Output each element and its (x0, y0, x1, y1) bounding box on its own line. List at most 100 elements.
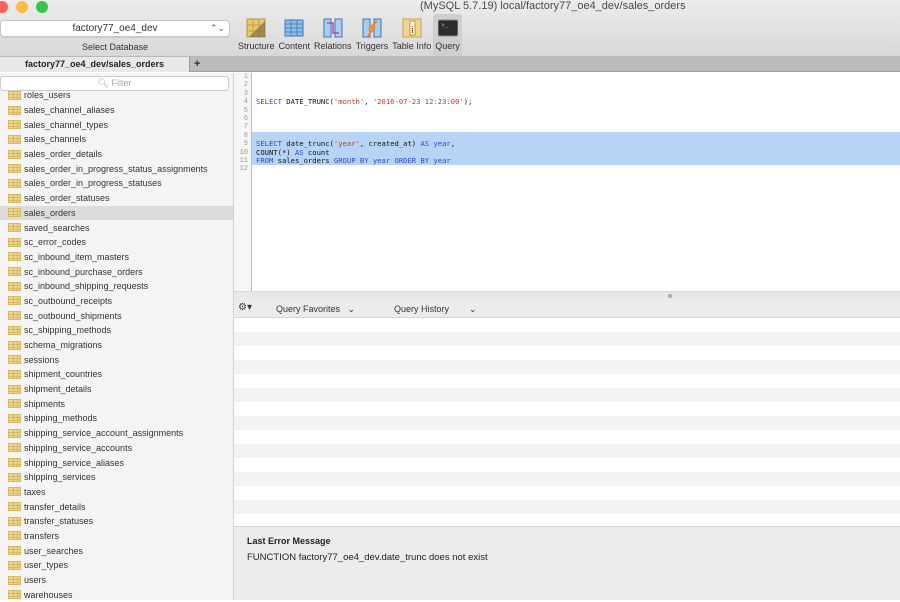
table-list-item[interactable]: shipping_service_account_assignments (0, 426, 233, 441)
table-list-item[interactable]: transfers (0, 529, 233, 544)
error-title: Last Error Message (247, 536, 331, 546)
table-list-item[interactable]: taxes (0, 485, 233, 500)
table-list-item[interactable]: shipping_methods (0, 411, 233, 426)
table-name: user_searches (24, 545, 84, 556)
table-list-item[interactable]: shipment_countries (0, 367, 233, 382)
window-controls (0, 1, 48, 13)
gear-icon[interactable]: ⚙▾ (238, 302, 252, 313)
code-token: 'year' (333, 139, 360, 149)
line-number: 9 (243, 140, 248, 149)
table-icon (8, 178, 21, 188)
table-list-item[interactable]: transfer_details (0, 499, 233, 514)
table-list-item[interactable]: shipping_services (0, 470, 233, 485)
database-select[interactable]: factory77_oe4_dev ⌃⌄ (0, 20, 230, 37)
table-list-item[interactable]: sales_channel_types (0, 117, 233, 132)
database-select-label: Select Database (81, 42, 149, 52)
table-list-item[interactable]: user_types (0, 558, 233, 573)
error-message: FUNCTION factory77_oe4_dev.date_trunc do… (247, 552, 488, 563)
table-name: sales_order_statuses (24, 193, 110, 204)
table-list-item[interactable]: sc_inbound_purchase_orders (0, 264, 233, 279)
table-list-item[interactable]: shipment_details (0, 382, 233, 397)
code-token: FROM (256, 155, 274, 165)
table-list-item[interactable]: sc_inbound_shipping_requests (0, 279, 233, 294)
table-icon (8, 428, 21, 438)
zoom-button[interactable] (36, 1, 48, 13)
table-list-item[interactable]: sc_outbound_shipments (0, 308, 233, 323)
table-icon (8, 164, 21, 174)
table-list-item[interactable]: sc_outbound_receipts (0, 294, 233, 309)
table-list-item[interactable]: sales_order_details (0, 147, 233, 162)
code-token: 'month' (333, 97, 365, 107)
line-number: 3 (243, 89, 248, 98)
line-number: 11 (239, 156, 248, 165)
results-table[interactable] (234, 318, 900, 526)
query-button[interactable]: >_ Query (433, 14, 462, 56)
table-list-item[interactable]: sales_order_in_progress_statuses (0, 176, 233, 191)
table-list-item[interactable]: sales_order_in_progress_status_assignmen… (0, 161, 233, 176)
table-list-item[interactable]: sales_order_statuses (0, 191, 233, 206)
table-list-item[interactable]: schema_migrations (0, 338, 233, 353)
filter-input[interactable]: 🔍︎ Filter (0, 76, 229, 91)
relations-button[interactable]: Relations (312, 14, 354, 56)
table-name: sales_order_in_progress_status_assignmen… (24, 163, 208, 174)
tab-sales-orders[interactable]: factory77_oe4_dev/sales_orders (0, 57, 190, 72)
table-icon (8, 458, 21, 468)
table-name: sales_order_details (24, 149, 103, 160)
table-list-item[interactable]: shipments (0, 396, 233, 411)
code-line: SELECT DATE_TRUNC('month', '2016-07-23 1… (252, 97, 900, 107)
table-name: shipments (24, 398, 66, 409)
table-list-item[interactable]: sc_error_codes (0, 235, 233, 250)
code-line: SELECT date_trunc('year', created_at) AS… (252, 139, 900, 149)
table-list-item[interactable]: sales_orders (0, 205, 233, 221)
table-icon (8, 472, 21, 482)
table-icon (8, 487, 21, 497)
table-name: schema_migrations (24, 340, 103, 351)
query-history-button[interactable]: Query History ⌄ (394, 304, 477, 315)
close-button[interactable] (0, 1, 8, 13)
triggers-button[interactable]: Triggers (354, 14, 391, 56)
table-name: shipping_service_account_assignments (24, 428, 184, 439)
structure-icon (246, 18, 266, 38)
content-icon (284, 18, 304, 38)
line-number: 12 (239, 165, 248, 174)
table-list-item[interactable]: users (0, 573, 233, 588)
query-editor[interactable]: 1 2 3 4 5 6 7 8 9 10 11 12 SELECT DATE_TRUNC('month… (234, 73, 900, 291)
table-icon (8, 384, 21, 394)
minimize-button[interactable] (16, 1, 28, 13)
code-area[interactable]: SELECT DATE_TRUNC('month', '2016-07-23 1… (252, 73, 900, 174)
query-favorites-button[interactable]: Query Favorites ⌄ (276, 304, 355, 315)
table-list-item[interactable]: sc_inbound_item_masters (0, 250, 233, 265)
pane-splitter[interactable] (234, 291, 900, 299)
table-list-item[interactable]: sales_channel_aliases (0, 103, 233, 118)
table-icon (8, 502, 21, 512)
database-select-value: factory77_oe4_dev (72, 23, 158, 34)
table-list-item[interactable]: user_searches (0, 543, 233, 558)
table-list-item[interactable]: shipping_service_accounts (0, 441, 233, 456)
add-tab-button[interactable]: + (194, 57, 200, 71)
table-icon (8, 413, 21, 423)
table-icon (8, 369, 21, 379)
table-list-item[interactable]: sc_shipping_methods (0, 323, 233, 338)
table-list-item[interactable]: saved_searches (0, 220, 233, 235)
structure-button[interactable]: Structure (236, 14, 277, 56)
table-icon (8, 575, 21, 585)
code-line: FROM sales_orders GROUP BY year ORDER BY… (252, 155, 900, 166)
table-name: shipping_services (24, 472, 96, 483)
window-titlebar: (MySQL 5.7.19) local/factory77_oe4_dev/s… (0, 0, 900, 57)
line-number: 7 (243, 123, 248, 132)
relations-icon (323, 18, 343, 38)
line-number-gutter: 1 2 3 4 5 6 7 8 9 10 11 12 (234, 73, 252, 291)
table-name: shipment_countries (24, 369, 103, 380)
table-icon (8, 399, 21, 409)
table-info-button[interactable]: i Table Info (390, 14, 433, 56)
table-list-item[interactable]: sales_channels (0, 132, 233, 147)
content-button[interactable]: Content (277, 14, 313, 56)
line-number: 6 (243, 114, 248, 123)
table-list-item[interactable]: sessions (0, 352, 233, 367)
table-icon (8, 281, 21, 291)
table-list-item[interactable]: shipping_service_aliases (0, 455, 233, 470)
table-list-item[interactable]: transfer_statuses (0, 514, 233, 529)
